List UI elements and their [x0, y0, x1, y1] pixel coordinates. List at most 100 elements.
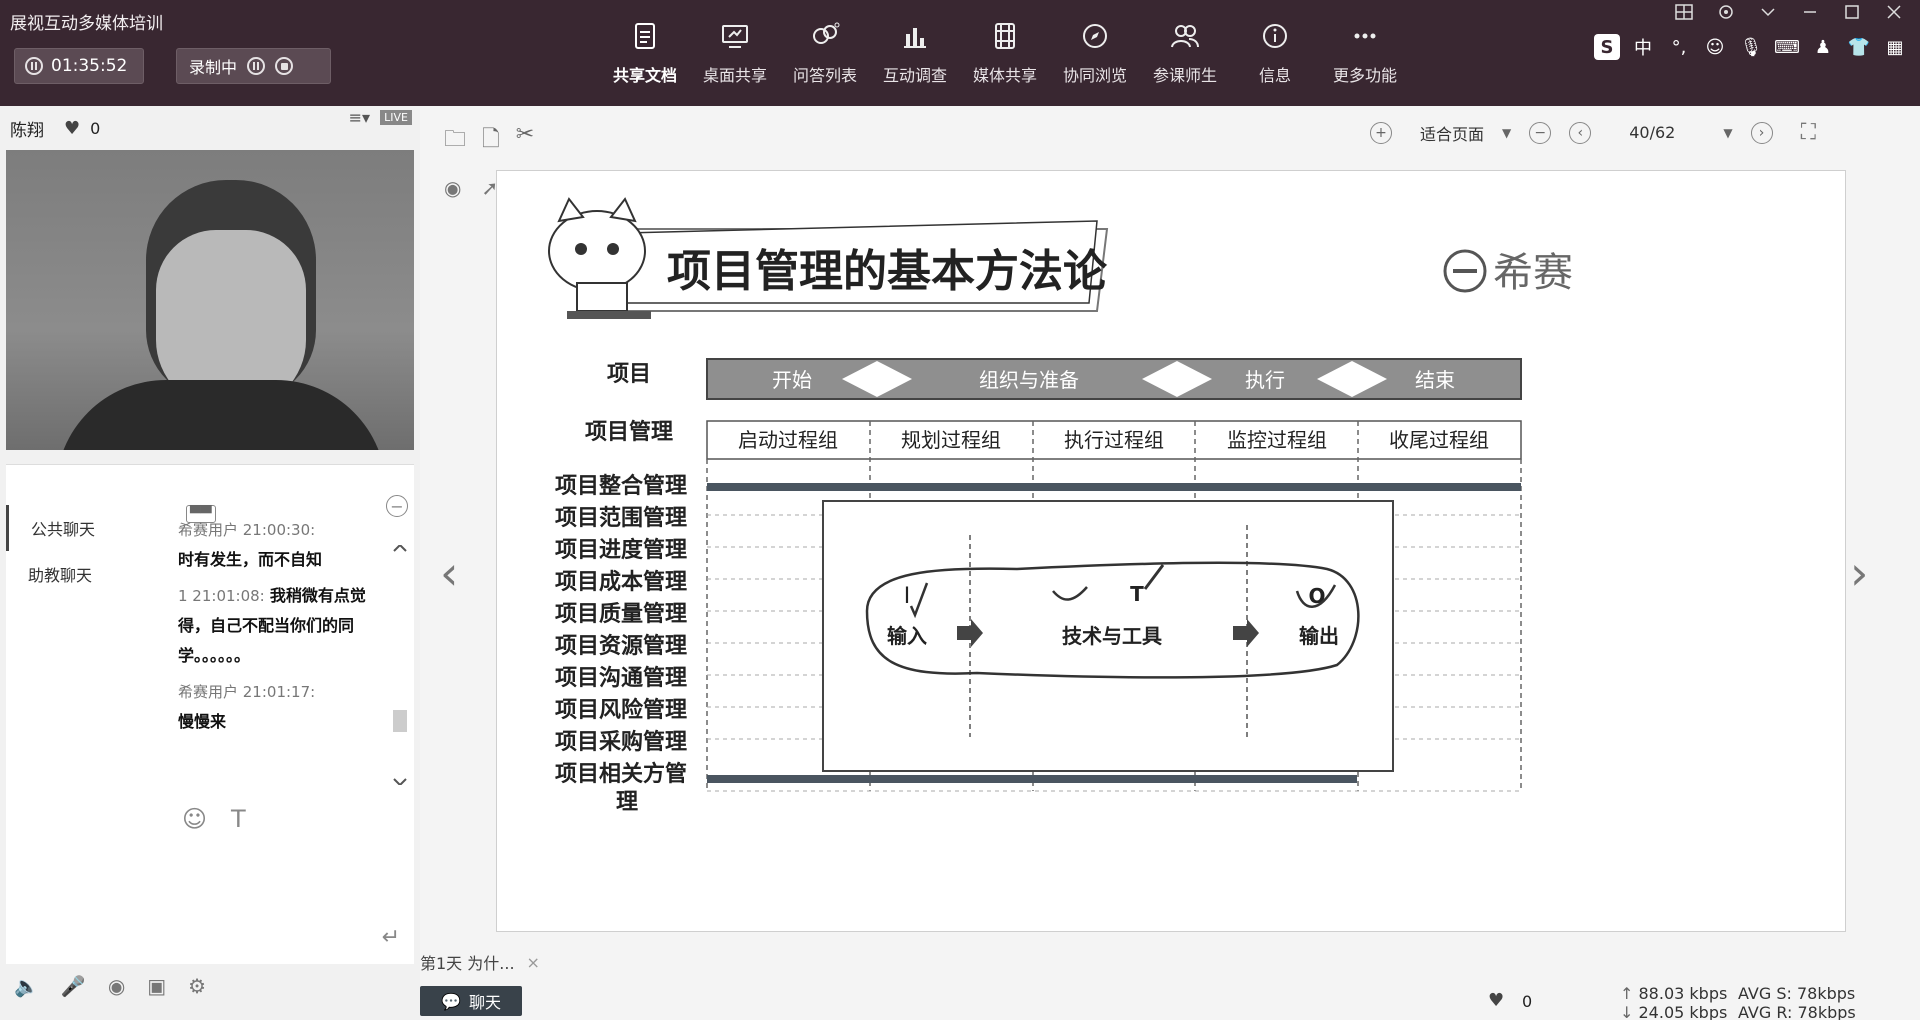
phase-prepare: 组织与准备: [979, 368, 1079, 392]
next-page-icon[interactable]: ›: [1750, 121, 1773, 144]
emoji-icon[interactable]: ☺: [1702, 34, 1728, 60]
presenter-video: [6, 150, 414, 450]
keyboard-icon[interactable]: ⌨: [1774, 34, 1800, 60]
next-slide-icon[interactable]: ›: [1850, 546, 1868, 600]
ka-integration: 项目整合管理: [555, 473, 687, 499]
fullscreen-icon[interactable]: ⛶: [1801, 120, 1816, 145]
monitor-icon: [722, 25, 748, 48]
ka-resource: 项目资源管理: [555, 633, 687, 659]
ime-lang[interactable]: 中: [1630, 34, 1656, 60]
ito-t: T: [1130, 582, 1144, 606]
main-toolbar: 共享文档 桌面共享 问答列表 互动调查 媒体共享 协同浏览 参课师生 信息 更多…: [600, 14, 1410, 94]
pg-initiating: 启动过程组: [738, 428, 838, 452]
chevron-down-icon[interactable]: ▼: [1723, 126, 1732, 140]
zoom-out-icon[interactable]: −: [1529, 121, 1552, 144]
chat-button[interactable]: 💬 聊天: [420, 986, 522, 1016]
ka-procurement: 项目采购管理: [555, 729, 687, 755]
close-icon[interactable]: [1884, 2, 1904, 22]
users-icon: [1171, 25, 1199, 48]
compass-icon: [1083, 24, 1107, 48]
tool-desktop-share[interactable]: 桌面共享: [690, 14, 780, 94]
tool-info[interactable]: 信息: [1230, 14, 1320, 94]
tab-assistant-chat[interactable]: 助教聊天: [6, 551, 156, 597]
list-menu-icon[interactable]: ≡▾: [349, 108, 370, 127]
close-tab-icon[interactable]: ×: [527, 953, 540, 972]
tool-shared-doc[interactable]: 共享文档: [600, 14, 690, 94]
fit-page-select[interactable]: 适合页面: [1420, 121, 1484, 145]
chat-input-tools: ☺ T: [182, 805, 246, 833]
tool-cobrowse[interactable]: 协同浏览: [1050, 14, 1140, 94]
network-stats: ↑ 88.03 kbps ↓ 24.05 kbps: [1620, 984, 1728, 1020]
tool-survey[interactable]: 互动调查: [870, 14, 960, 94]
minimize-icon[interactable]: [1800, 2, 1820, 22]
grid-icon[interactable]: ▦: [1882, 34, 1908, 60]
enter-icon[interactable]: ↵: [382, 925, 400, 950]
folder-icon[interactable]: 🗀: [444, 122, 466, 160]
tab-public-chat[interactable]: 公共聊天: [6, 505, 156, 551]
tool-more[interactable]: 更多功能: [1320, 14, 1410, 94]
tool-media-share[interactable]: 媒体共享: [960, 14, 1050, 94]
session-timer[interactable]: 01:35:52: [14, 48, 144, 84]
film-icon: [995, 23, 1015, 49]
zoom-in-icon[interactable]: +: [1370, 121, 1392, 144]
title-bar: 展视互动多媒体培训 01:35:52 录制中 共享文档 桌面共享 问答列表 互动…: [0, 0, 1920, 106]
gear-icon[interactable]: ⚙: [188, 974, 206, 998]
presenter-name: 陈翔: [10, 120, 44, 141]
punctuation-icon[interactable]: °,: [1666, 34, 1692, 60]
skin-icon[interactable]: 👕: [1846, 34, 1872, 60]
ito-i: I: [904, 584, 911, 609]
pg-planning: 规划过程组: [901, 428, 1001, 452]
ka-cost: 项目成本管理: [555, 569, 687, 595]
tool-qa-list[interactable]: 问答列表: [780, 14, 870, 94]
chevron-down-icon[interactable]: ▼: [1502, 126, 1511, 140]
status-bar: 💬 聊天 ♥ 0 ↑ 88.03 kbps ↓ 24.05 kbps AVG S…: [420, 982, 1920, 1020]
pg-executing: 执行过程组: [1064, 428, 1164, 452]
speaker-icon[interactable]: 🔈: [14, 974, 39, 998]
prev-page-icon[interactable]: ‹: [1569, 121, 1592, 144]
left-panel: 陈翔 ♥ 0 ≡▾ LIVE − 公共聊天 助教聊天 ▀▀ 希赛用户 21:00…: [0, 106, 420, 1020]
phase-start: 开始: [772, 368, 812, 392]
ka-stakeholder-cont: 理: [616, 790, 638, 815]
pg-closing: 收尾过程组: [1389, 428, 1489, 452]
ka-scope: 项目范围管理: [555, 505, 687, 531]
new-file-icon[interactable]: 🗋: [482, 122, 500, 160]
camera-icon[interactable]: ◉: [108, 974, 125, 998]
heart-icon[interactable]: ♥: [1488, 990, 1504, 1011]
image-icon[interactable]: ▣: [147, 974, 166, 998]
heart-icon[interactable]: ♥: [64, 118, 80, 139]
tool-participants[interactable]: 参课师生: [1140, 14, 1230, 94]
mic-icon[interactable]: 🎤: [61, 974, 86, 998]
recording-pause-icon[interactable]: [247, 57, 266, 75]
chat-bubble-icon: 💬: [441, 991, 461, 1011]
laser-pointer-icon[interactable]: ◉: [444, 176, 461, 200]
document-tab[interactable]: 第1天 为什... ×: [420, 950, 540, 974]
view-controls: + 适合页面 ▼ − ‹ 40/62 ▼ › ⛶: [1370, 120, 1816, 145]
chat-scrollbar[interactable]: [390, 543, 410, 787]
text-format-icon[interactable]: T: [231, 805, 246, 833]
file-tools: 🗀 🗋 ✂: [444, 122, 534, 160]
chevron-down-icon[interactable]: [1758, 2, 1778, 22]
status-likes: 0: [1522, 992, 1533, 1011]
emoji-icon[interactable]: ☺: [182, 805, 207, 833]
av-controls: 🔈 🎤 ◉ ▣ ⚙: [14, 974, 206, 998]
recording-control[interactable]: 录制中: [176, 48, 331, 84]
more-icon: [1354, 33, 1376, 39]
scissors-icon[interactable]: ✂: [516, 122, 534, 160]
layout-icon[interactable]: [1674, 2, 1694, 22]
user-icon[interactable]: ♟: [1810, 34, 1836, 60]
prev-slide-icon[interactable]: ‹: [440, 546, 458, 600]
mic-icon[interactable]: 🎙: [1738, 34, 1764, 60]
avg-stats: AVG S: 78kbps AVG R: 78kbps: [1738, 984, 1856, 1020]
chat-message: 希赛用户 21:01:17: 慢慢来: [178, 683, 316, 731]
chat-panel: − 公共聊天 助教聊天 ▀▀ 希赛用户 21:00:30: 时有发生，而不自知 …: [6, 464, 414, 964]
page-indicator[interactable]: 40/62: [1629, 123, 1675, 142]
qa-icon: [813, 22, 840, 44]
ime-logo-icon[interactable]: S: [1594, 34, 1620, 60]
maximize-icon[interactable]: [1842, 2, 1862, 22]
ito-input: 输入: [887, 624, 927, 648]
recording-stop-icon[interactable]: [275, 57, 294, 75]
settings-icon[interactable]: [1716, 2, 1736, 22]
ito-tools: 技术与工具: [1062, 624, 1162, 648]
collapse-icon[interactable]: −: [386, 495, 408, 517]
pause-icon[interactable]: [25, 57, 43, 75]
